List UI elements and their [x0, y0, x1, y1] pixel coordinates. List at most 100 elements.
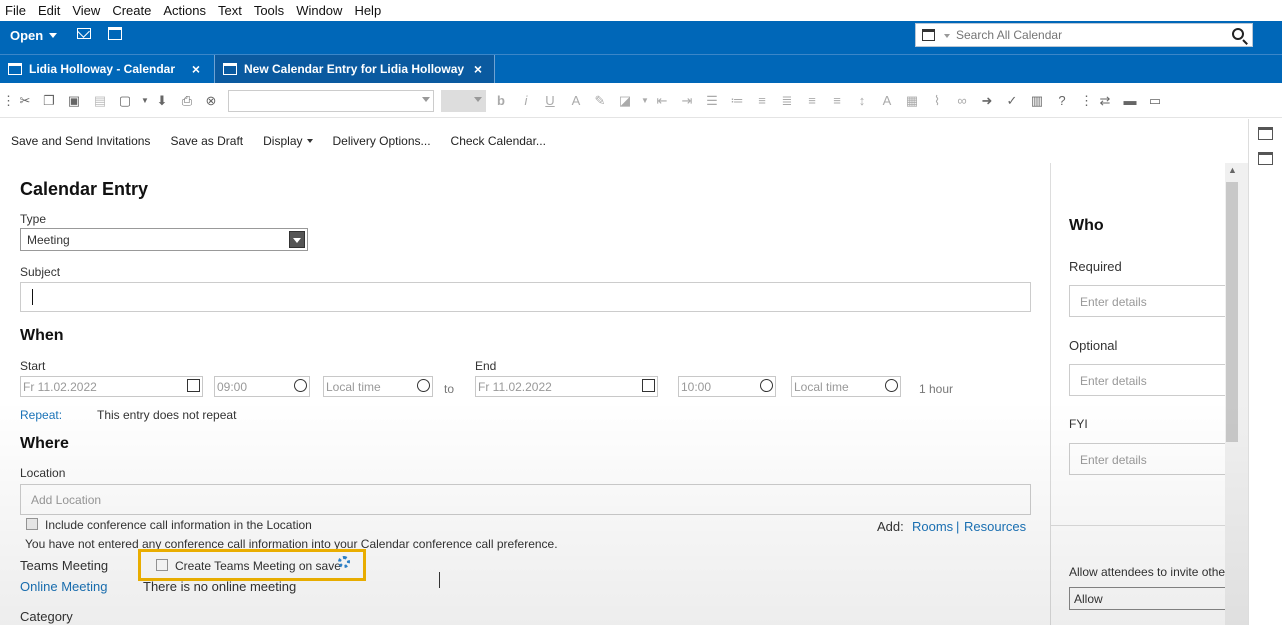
copy-icon[interactable]: ❐: [42, 94, 56, 108]
cut-icon[interactable]: ✂: [18, 94, 32, 108]
paste-special-icon[interactable]: ▤: [93, 94, 107, 108]
line-spacing-icon[interactable]: ↕: [855, 94, 869, 108]
attach-icon[interactable]: ⌇: [930, 94, 944, 108]
chevron-down-icon[interactable]: ▼: [138, 94, 152, 108]
panel-icon[interactable]: ▭: [1148, 94, 1162, 108]
create-teams-meeting-checkbox[interactable]: [156, 559, 168, 571]
end-date-value: Fr 11.02.2022: [478, 380, 552, 394]
who-panel: Who Required Enter details Optional Ente…: [1050, 163, 1226, 625]
highlight-icon[interactable]: ✎: [593, 94, 607, 108]
chevron-down-icon[interactable]: [944, 34, 950, 38]
indent-icon[interactable]: ⇥: [680, 94, 694, 108]
repeat-link[interactable]: Repeat:: [20, 408, 62, 422]
timezone-icon[interactable]: [417, 379, 430, 392]
properties-icon[interactable]: ▥: [1030, 94, 1044, 108]
italic-icon[interactable]: i: [519, 94, 533, 108]
briefcase-icon[interactable]: [1258, 127, 1273, 140]
menu-text[interactable]: Text: [213, 3, 249, 18]
end-time-input[interactable]: 10:00: [678, 376, 776, 397]
insert-icon[interactable]: ➜: [980, 94, 994, 108]
calendar-icon[interactable]: [108, 27, 122, 40]
delete-icon[interactable]: ⊗: [204, 94, 218, 108]
menu-help[interactable]: Help: [349, 3, 388, 18]
clock-icon[interactable]: [294, 379, 307, 392]
numbered-list-icon[interactable]: ≔: [730, 94, 744, 108]
location-input[interactable]: Add Location: [20, 484, 1031, 515]
rooms-link[interactable]: Rooms: [912, 519, 953, 534]
tab-calendar[interactable]: Lidia Holloway - Calendar ×: [0, 55, 212, 83]
mail-icon[interactable]: [77, 28, 91, 39]
table-icon[interactable]: ▦: [905, 94, 919, 108]
scrollbar-thumb[interactable]: [1226, 182, 1238, 442]
save-send-button[interactable]: Save and Send Invitations: [11, 134, 150, 148]
chevron-up-icon[interactable]: ▲: [1228, 165, 1237, 175]
subject-input[interactable]: [20, 282, 1031, 312]
align-justify-icon[interactable]: ≣: [780, 94, 794, 108]
outdent-icon[interactable]: ⇤: [655, 94, 669, 108]
chevron-down-icon: [306, 139, 313, 143]
end-timezone-input[interactable]: Local time: [791, 376, 901, 397]
bold-icon[interactable]: b: [494, 94, 508, 108]
required-input[interactable]: Enter details: [1069, 285, 1226, 317]
menu-edit[interactable]: Edit: [33, 3, 67, 18]
font-family-select[interactable]: [228, 90, 434, 112]
move-icon[interactable]: ⇄: [1098, 94, 1112, 108]
spellcheck-icon[interactable]: ✓: [1005, 94, 1019, 108]
print-icon[interactable]: ⎙: [180, 94, 194, 108]
display-button[interactable]: Display: [263, 134, 313, 148]
calendar-icon[interactable]: [642, 379, 655, 392]
calendar-icon[interactable]: [187, 379, 200, 392]
menu-window[interactable]: Window: [291, 3, 349, 18]
delivery-options-button[interactable]: Delivery Options...: [333, 134, 431, 148]
calendar-icon[interactable]: [1258, 152, 1273, 165]
search-input[interactable]: [956, 26, 1226, 44]
save-draft-button[interactable]: Save as Draft: [170, 134, 243, 148]
close-icon[interactable]: ×: [192, 61, 200, 77]
help-icon[interactable]: ?: [1055, 94, 1069, 108]
start-date-input[interactable]: Fr 11.02.2022: [20, 376, 203, 397]
resources-link[interactable]: Resources: [964, 519, 1026, 534]
create-teams-meeting-label: Create Teams Meeting on save: [175, 559, 341, 573]
start-timezone-input[interactable]: Local time: [323, 376, 433, 397]
chevron-down-icon: [289, 231, 305, 248]
open-button[interactable]: Open: [0, 21, 60, 49]
search-icon[interactable]: [1232, 28, 1244, 40]
menu-create[interactable]: Create: [107, 3, 158, 18]
briefcase-icon[interactable]: ▬: [1123, 94, 1137, 108]
font-color-icon[interactable]: A: [569, 94, 583, 108]
close-icon[interactable]: ×: [474, 61, 482, 77]
invite-others-select[interactable]: Allow: [1069, 587, 1226, 610]
font-size-select[interactable]: [441, 90, 486, 112]
align-left-icon[interactable]: ≡: [805, 94, 819, 108]
timezone-icon[interactable]: [885, 379, 898, 392]
menu-file[interactable]: File: [0, 3, 33, 18]
menu-actions[interactable]: Actions: [158, 3, 213, 18]
menu-tools[interactable]: Tools: [249, 3, 291, 18]
search-scope-calendar-icon[interactable]: [922, 29, 935, 41]
start-time-input[interactable]: 09:00: [214, 376, 310, 397]
conference-call-checkbox[interactable]: [26, 518, 38, 530]
save-icon[interactable]: ⬇: [155, 94, 169, 108]
menu-view[interactable]: View: [67, 3, 107, 18]
align-center-icon[interactable]: ≡: [755, 94, 769, 108]
fyi-input[interactable]: Enter details: [1069, 443, 1226, 475]
end-date-input[interactable]: Fr 11.02.2022: [475, 376, 658, 397]
align-right-icon[interactable]: ≡: [830, 94, 844, 108]
tab-new-entry[interactable]: New Calendar Entry for Lidia Holloway ×: [214, 55, 495, 83]
where-heading: Where: [20, 435, 69, 452]
link-icon[interactable]: ∞: [955, 94, 969, 108]
underline-icon[interactable]: U: [543, 94, 557, 108]
more-icon[interactable]: ⋮: [1080, 94, 1093, 108]
check-calendar-button[interactable]: Check Calendar...: [451, 134, 546, 148]
online-meeting-link[interactable]: Online Meeting: [20, 579, 107, 594]
optional-input[interactable]: Enter details: [1069, 364, 1226, 396]
paste-icon[interactable]: ▣: [67, 94, 81, 108]
type-select[interactable]: Meeting: [20, 228, 308, 251]
bullet-list-icon[interactable]: ☰: [705, 94, 719, 108]
fill-color-icon[interactable]: ◪: [618, 94, 632, 108]
chevron-down-icon[interactable]: ▼: [638, 94, 652, 108]
gear-icon[interactable]: [338, 556, 350, 568]
clock-icon[interactable]: [760, 379, 773, 392]
new-item-icon[interactable]: ▢: [118, 94, 132, 108]
clear-format-icon[interactable]: A: [880, 94, 894, 108]
